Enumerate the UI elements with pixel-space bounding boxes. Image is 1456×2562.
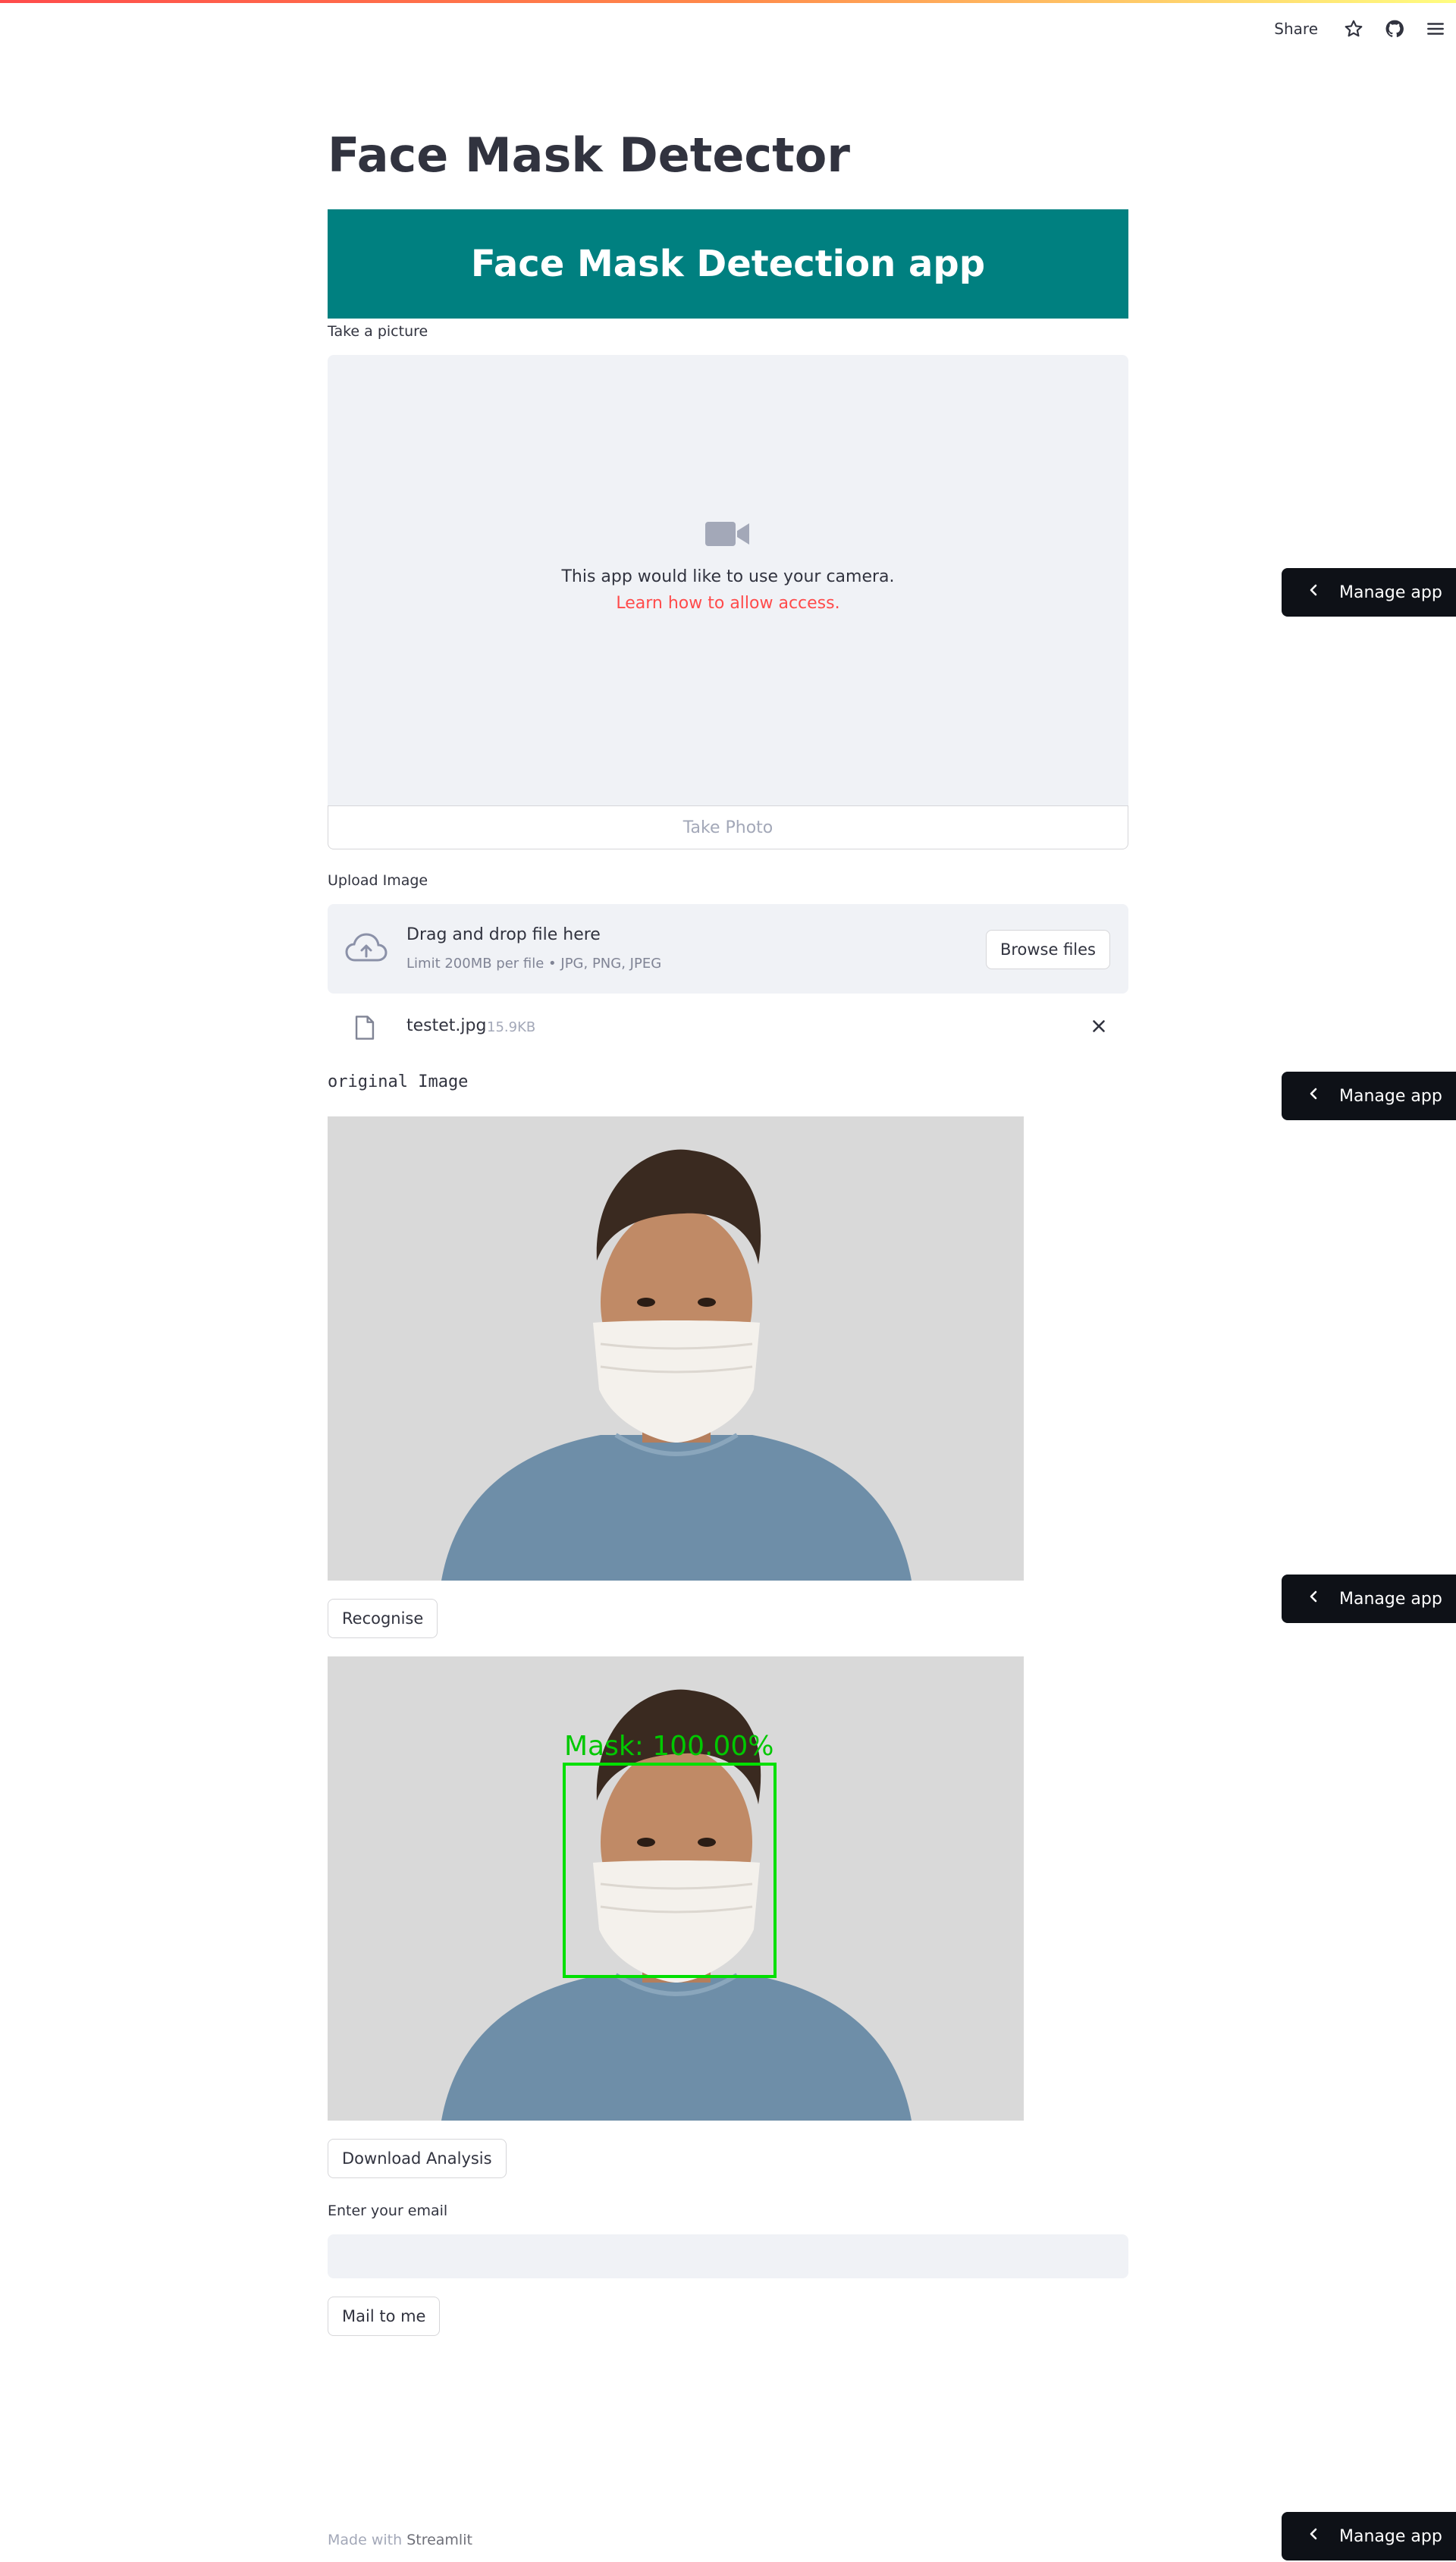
manage-app-button[interactable]: Manage app: [1282, 2512, 1456, 2560]
detection-label: Mask: 100.00%: [564, 1731, 774, 1762]
original-image-label: original Image: [328, 1072, 469, 1091]
share-link[interactable]: Share: [1274, 20, 1318, 38]
manage-app-button[interactable]: Manage app: [1282, 1575, 1456, 1623]
drop-title: Drag and drop file here: [406, 925, 601, 944]
manage-app-button[interactable]: Manage app: [1282, 568, 1456, 617]
manage-app-label: Manage app: [1339, 1589, 1442, 1609]
mail-to-me-button[interactable]: Mail to me: [328, 2297, 441, 2336]
header-toolbar: Share: [1274, 15, 1456, 42]
manage-app-label: Manage app: [1339, 2526, 1442, 2546]
file-limit-text: Limit 200MB per file • JPG, PNG, JPEG: [406, 956, 662, 972]
footer: Made with Streamlit: [328, 2532, 472, 2548]
file-icon: [353, 1015, 376, 1044]
banner-heading: Face Mask Detection app: [470, 243, 986, 285]
page-title: Face Mask Detector: [328, 127, 850, 183]
result-image: Mask: 100.00%: [328, 1656, 1024, 2121]
email-label: Enter your email: [328, 2203, 448, 2219]
file-uploader-dropzone[interactable]: Drag and drop file here Limit 200MB per …: [328, 904, 1128, 994]
original-image: [328, 1116, 1024, 1581]
top-decoration-bar: [0, 0, 1456, 3]
take-photo-button[interactable]: Take Photo: [328, 805, 1128, 849]
remove-file-icon[interactable]: [1089, 1016, 1109, 1039]
streamlit-link[interactable]: Streamlit: [406, 2532, 472, 2548]
camera-label: Take a picture: [328, 323, 428, 340]
manage-app-label: Manage app: [1339, 1086, 1442, 1106]
upload-label: Upload Image: [328, 872, 428, 889]
footer-prefix: Made with: [328, 2532, 403, 2548]
uploaded-file-name: testet.jpg: [406, 1016, 487, 1035]
video-camera-icon: [705, 522, 751, 552]
manage-app-label: Manage app: [1339, 582, 1442, 602]
hamburger-menu-icon[interactable]: [1415, 15, 1456, 42]
camera-input: This app would like to use your camera. …: [328, 355, 1128, 806]
app-banner: Face Mask Detection app: [328, 209, 1128, 319]
recognise-button[interactable]: Recognise: [328, 1599, 438, 1638]
download-analysis-button[interactable]: Download Analysis: [328, 2139, 507, 2178]
chevron-left-icon: [1306, 1086, 1326, 1106]
star-icon[interactable]: [1333, 15, 1374, 42]
chevron-left-icon: [1306, 582, 1326, 602]
uploaded-file-size: 15.9KB: [487, 1019, 536, 1035]
browse-files-button[interactable]: Browse files: [985, 930, 1110, 969]
camera-permission-message: This app would like to use your camera.: [561, 567, 895, 586]
cloud-upload-icon: [344, 931, 388, 968]
github-icon[interactable]: [1374, 15, 1415, 42]
email-field[interactable]: [328, 2234, 1128, 2278]
camera-access-link[interactable]: Learn how to allow access.: [328, 594, 1128, 613]
manage-app-button[interactable]: Manage app: [1282, 1072, 1456, 1120]
chevron-left-icon: [1306, 1589, 1326, 1609]
uploaded-file-item: testet.jpg 15.9KB: [328, 1006, 1128, 1048]
chevron-left-icon: [1306, 2526, 1326, 2546]
